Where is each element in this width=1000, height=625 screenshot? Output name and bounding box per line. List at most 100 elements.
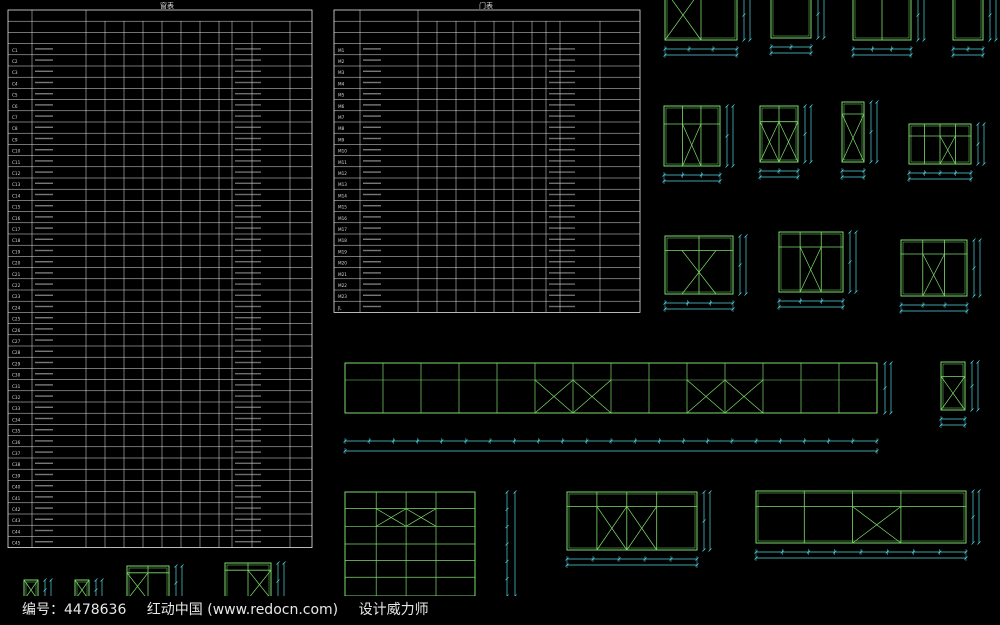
door-table-size-cell [363,283,381,285]
window-table-row-code: C13 [12,182,21,187]
window-table-remark-cell [235,81,261,84]
window-table-remark-cell [235,328,261,330]
window-table-row-code: C6 [12,104,18,109]
window-inner-frame [568,493,696,549]
door-table-size-cell [363,238,381,240]
window-table-row-code: C29 [12,361,21,366]
window-table-remark-cell [235,160,261,162]
casement-opening-mark [596,506,613,551]
casement-opening-mark [259,569,272,600]
window-table-size-cell [35,115,53,117]
window-table-size-cell [35,182,53,184]
window-inner-frame [954,0,982,39]
casement-opening-mark [682,0,702,41]
window-table-row-code: C2 [12,59,18,64]
window-frame [952,0,984,41]
window-table-row-code: C7 [12,115,18,120]
door-table-row-code: M4 [338,81,345,86]
window-table-remark-cell [235,350,261,352]
window-table-size-cell [35,462,53,464]
window-table-row-code: C12 [12,171,21,176]
window-table-row-code: C11 [12,160,21,165]
window-table-row-code: C41 [12,496,21,501]
door-table-remark-cell [549,171,575,173]
window-table-size-cell [35,384,53,386]
window-inner-frame [902,241,966,295]
window-table-row-code: C27 [12,339,21,344]
door-table-remark-cell [549,182,575,184]
window-table-row-code: C19 [12,249,21,254]
casement-opening-mark [534,379,555,414]
casement-opening-mark [799,246,812,293]
window-table-remark-cell [235,373,261,375]
window-table-row-code: C32 [12,395,21,400]
window-table-row-code: C22 [12,283,21,288]
window-table-remark-cell [235,541,261,543]
window-table-size-cell [35,406,53,408]
door-table-row-code: M11 [338,160,347,165]
casement-opening-mark [947,135,956,165]
door-table-row-code: M21 [338,272,347,277]
window-table-size-cell [35,171,53,173]
window-table-remark-cell [235,137,261,140]
window-table-remark-cell [235,518,261,520]
window-table-size-cell [35,48,53,50]
door-table-remark-cell [549,283,575,285]
window-frame [841,101,865,163]
window-table-size-cell [35,451,53,453]
window-table-size-cell [35,507,53,509]
casement-opening-mark [933,253,945,297]
window-table-row-code: C36 [12,440,21,445]
door-table-size-cell [363,171,381,173]
window-table-remark-cell [235,93,261,95]
casement-opening-mark [939,135,949,165]
door-table-row-code: M19 [338,249,347,254]
window-frame [755,490,967,544]
window-table-remark-cell [235,205,261,207]
door-table-row-code: M6 [338,104,345,109]
casement-opening-mark [743,379,764,414]
casement-opening-mark [376,508,392,527]
window-table-remark-cell [235,384,261,386]
window-table-row-code: C15 [12,205,21,210]
window-table-row-code: C44 [12,529,21,534]
door-table-remark-cell [549,104,575,106]
window-table-row-code: C42 [12,507,21,512]
window-table-remark-cell [235,59,261,61]
window-table-size-cell [35,541,53,543]
window-table-size-cell [35,261,53,263]
window-table-row-code: C39 [12,473,21,478]
casement-opening-mark [420,508,437,527]
window-table-row-code: C30 [12,373,21,378]
window-table-row-code: C45 [12,541,21,546]
casement-opening-mark [553,379,574,414]
window-table-remark-cell [235,261,261,263]
door-table-remark-cell [549,249,575,252]
window-table-remark-cell [235,182,261,184]
door-table-row-code: M1 [338,48,345,53]
door-table-row-code: M2 [338,59,345,64]
window-table-remark-cell [235,451,261,453]
window-table-row-code: C40 [12,485,21,490]
door-table-size-cell [363,149,381,151]
door-table-remark-cell [549,205,575,207]
door-table-row-code: M9 [338,137,345,142]
window-table-size-cell [35,59,53,61]
window-table-row-code: C28 [12,350,21,355]
window-table-size-cell [35,104,53,106]
casement-opening-mark [686,379,707,414]
door-table-remark-cell [549,216,575,218]
window-table-remark-cell [235,70,261,72]
door-table-row-code: M18 [338,238,347,243]
window-table-remark-cell [235,395,261,397]
door-table-size-cell [363,193,381,196]
window-table-row-code: C38 [12,462,21,467]
door-table-row-code: M7 [338,115,345,120]
window-table-size-cell [35,149,53,151]
window-table-size-cell [35,137,53,140]
watermark-id-label: 编号： [22,602,64,618]
door-table-remark-cell [549,149,575,151]
door-table-size-cell [363,294,381,296]
window-table-remark-cell [235,115,261,117]
window-frame [900,239,968,297]
